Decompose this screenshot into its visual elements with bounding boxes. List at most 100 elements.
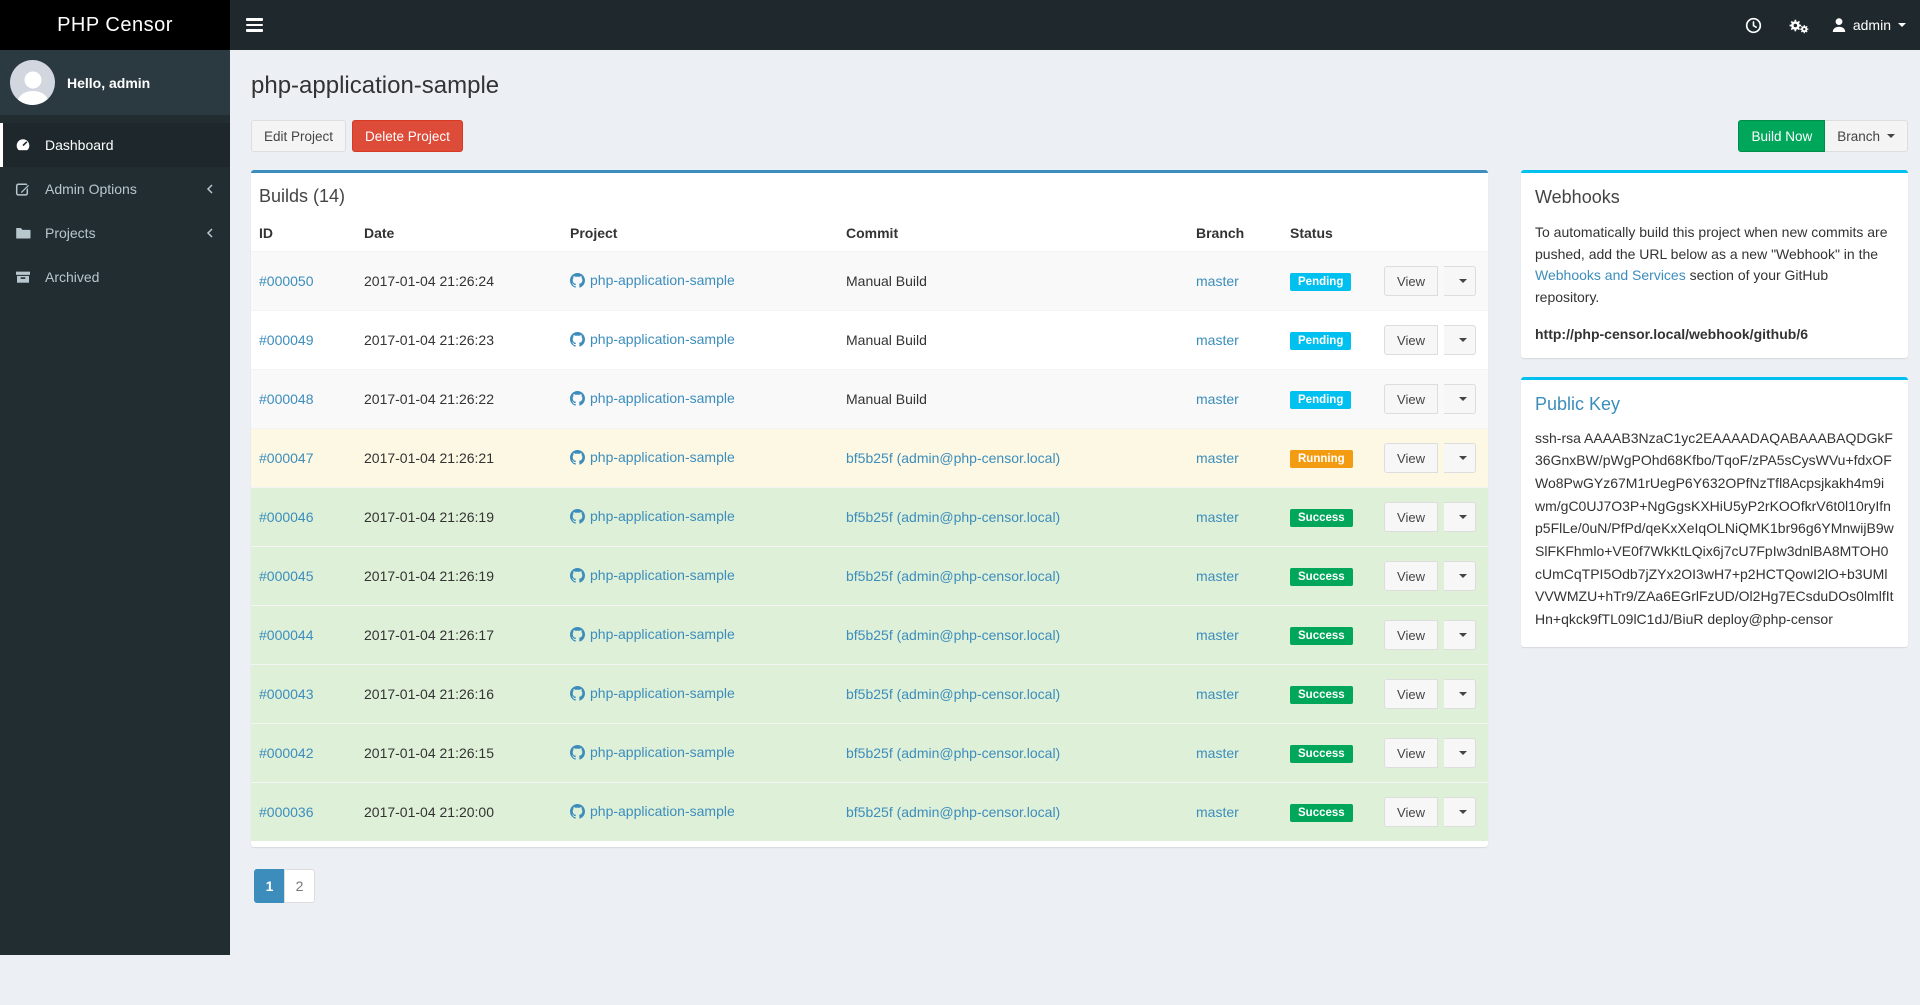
- project-link[interactable]: php-application-sample: [570, 449, 735, 465]
- column-header: Status: [1282, 219, 1390, 252]
- view-dropdown-button[interactable]: [1444, 384, 1476, 414]
- view-dropdown-button[interactable]: [1444, 443, 1476, 473]
- app-logo[interactable]: PHP Censor: [0, 0, 230, 50]
- column-header: [1390, 219, 1488, 252]
- sidebar-toggle-button[interactable]: [230, 0, 279, 50]
- view-build-button[interactable]: View: [1384, 620, 1438, 650]
- commit-link[interactable]: bf5b25f (admin@php-censor.local): [846, 804, 1060, 820]
- page-title: php-application-sample: [251, 72, 1902, 100]
- branch-link[interactable]: master: [1196, 450, 1239, 466]
- sidebar-item-projects[interactable]: Projects: [0, 211, 230, 255]
- branch-link[interactable]: master: [1196, 804, 1239, 820]
- view-build-button[interactable]: View: [1384, 679, 1438, 709]
- column-header: Date: [356, 219, 562, 252]
- status-badge: Pending: [1290, 273, 1351, 291]
- view-dropdown-button[interactable]: [1444, 266, 1476, 296]
- view-dropdown-button[interactable]: [1444, 620, 1476, 650]
- build-history-button[interactable]: [1732, 0, 1775, 50]
- branch-link[interactable]: master: [1196, 273, 1239, 289]
- branch-dropdown-button[interactable]: Branch: [1825, 120, 1908, 152]
- caret-down-icon: [1887, 134, 1895, 138]
- project-link[interactable]: php-application-sample: [570, 626, 735, 642]
- project-link[interactable]: php-application-sample: [570, 803, 735, 819]
- sidebar-item-icon: [15, 269, 37, 285]
- edit-project-button[interactable]: Edit Project: [251, 120, 346, 152]
- pagination: 12: [254, 869, 315, 903]
- user-menu-button[interactable]: admin: [1822, 0, 1920, 50]
- view-build-button[interactable]: View: [1384, 266, 1438, 296]
- project-link[interactable]: php-application-sample: [570, 331, 735, 347]
- build-date: 2017-01-04 21:26:24: [356, 252, 562, 311]
- sidebar-menu: Dashboard Admin Options: [0, 123, 230, 299]
- user-name: admin: [1853, 17, 1891, 33]
- branch-link[interactable]: master: [1196, 332, 1239, 348]
- github-icon: [570, 332, 585, 347]
- pagination-page-2[interactable]: 2: [284, 869, 315, 903]
- sidebar-item-admin-options[interactable]: Admin Options: [0, 167, 230, 211]
- view-dropdown-button[interactable]: [1444, 797, 1476, 827]
- build-date: 2017-01-04 21:26:15: [356, 724, 562, 783]
- build-date: 2017-01-04 21:26:19: [356, 488, 562, 547]
- folder-icon: [15, 225, 31, 241]
- build-id-link[interactable]: #000036: [259, 804, 314, 820]
- view-dropdown-button[interactable]: [1444, 561, 1476, 591]
- view-dropdown-button[interactable]: [1444, 738, 1476, 768]
- caret-down-icon: [1459, 515, 1467, 519]
- commit-link[interactable]: bf5b25f (admin@php-censor.local): [846, 627, 1060, 643]
- build-id-link[interactable]: #000042: [259, 745, 314, 761]
- commit-link[interactable]: bf5b25f (admin@php-censor.local): [846, 745, 1060, 761]
- commit-link[interactable]: bf5b25f (admin@php-censor.local): [846, 568, 1060, 584]
- commit-link[interactable]: bf5b25f (admin@php-censor.local): [846, 686, 1060, 702]
- view-build-button[interactable]: View: [1384, 502, 1438, 532]
- view-dropdown-button[interactable]: [1444, 679, 1476, 709]
- build-id-link[interactable]: #000049: [259, 332, 314, 348]
- sidebar-item-dashboard[interactable]: Dashboard: [0, 123, 230, 167]
- view-build-button[interactable]: View: [1384, 443, 1438, 473]
- clock-icon: [1745, 17, 1762, 34]
- build-id-link[interactable]: #000050: [259, 273, 314, 289]
- builds-table: IDDateProjectCommitBranchStatus #000050 …: [251, 219, 1488, 841]
- webhooks-services-link[interactable]: Webhooks and Services: [1535, 267, 1686, 283]
- view-dropdown-button[interactable]: [1444, 502, 1476, 532]
- view-build-button[interactable]: View: [1384, 325, 1438, 355]
- github-icon: [570, 568, 585, 583]
- project-link[interactable]: php-application-sample: [570, 508, 735, 524]
- view-build-button[interactable]: View: [1384, 561, 1438, 591]
- status-badge: Pending: [1290, 391, 1351, 409]
- project-name: php-application-sample: [590, 449, 735, 465]
- build-id-link[interactable]: #000048: [259, 391, 314, 407]
- settings-button[interactable]: [1775, 0, 1822, 50]
- build-id-link[interactable]: #000043: [259, 686, 314, 702]
- branch-link[interactable]: master: [1196, 568, 1239, 584]
- sidebar-item-icon: [15, 137, 37, 153]
- project-link[interactable]: php-application-sample: [570, 390, 735, 406]
- delete-project-button[interactable]: Delete Project: [352, 120, 463, 152]
- view-build-button[interactable]: View: [1384, 384, 1438, 414]
- table-row: #000049 2017-01-04 21:26:23 php-applicat…: [251, 311, 1488, 370]
- branch-link[interactable]: master: [1196, 686, 1239, 702]
- build-now-button[interactable]: Build Now: [1738, 120, 1825, 152]
- project-link[interactable]: php-application-sample: [570, 567, 735, 583]
- build-id-link[interactable]: #000047: [259, 450, 314, 466]
- build-id-link[interactable]: #000046: [259, 509, 314, 525]
- github-icon: [570, 509, 585, 524]
- commit-link[interactable]: bf5b25f (admin@php-censor.local): [846, 450, 1060, 466]
- view-build-button[interactable]: View: [1384, 738, 1438, 768]
- build-id-link[interactable]: #000044: [259, 627, 314, 643]
- project-link[interactable]: php-application-sample: [570, 272, 735, 288]
- branch-link[interactable]: master: [1196, 745, 1239, 761]
- branch-link[interactable]: master: [1196, 627, 1239, 643]
- commit-link[interactable]: bf5b25f (admin@php-censor.local): [846, 509, 1060, 525]
- branch-link[interactable]: master: [1196, 509, 1239, 525]
- view-dropdown-button[interactable]: [1444, 325, 1476, 355]
- project-link[interactable]: php-application-sample: [570, 744, 735, 760]
- sidebar-item-archived[interactable]: Archived: [0, 255, 230, 299]
- build-id-link[interactable]: #000045: [259, 568, 314, 584]
- view-build-button[interactable]: View: [1384, 797, 1438, 827]
- builds-panel: Builds (14) IDDateProjectCommitBranchSta…: [251, 170, 1488, 847]
- pagination-page-1[interactable]: 1: [254, 869, 285, 903]
- column-header: Commit: [838, 219, 1188, 252]
- webhooks-panel: Webhooks To automatically build this pro…: [1521, 170, 1908, 358]
- branch-link[interactable]: master: [1196, 391, 1239, 407]
- project-link[interactable]: php-application-sample: [570, 685, 735, 701]
